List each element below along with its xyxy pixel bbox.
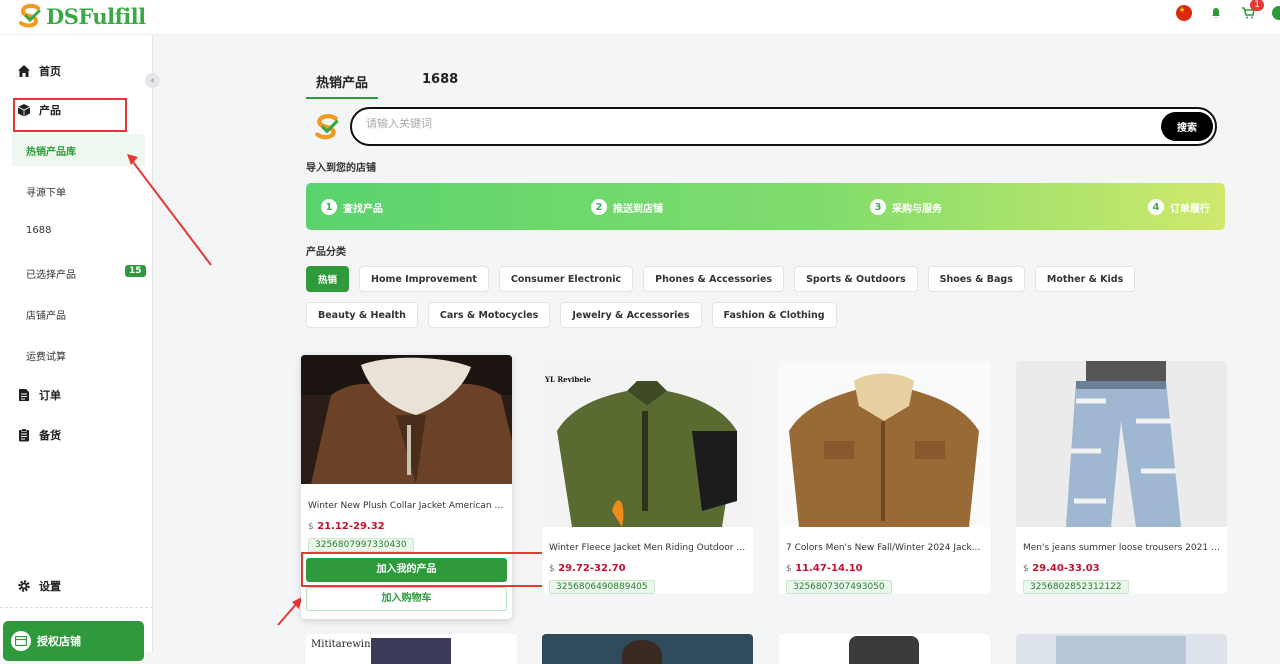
- product-price: $ 29.72-32.70: [549, 563, 626, 574]
- category-section-label: 产品分类: [306, 247, 346, 258]
- product-source-tabs: 热销产品 1688: [306, 70, 468, 99]
- tab-hot-products[interactable]: 热销产品: [306, 70, 379, 99]
- import-section-label: 导入到您的店铺: [306, 163, 376, 174]
- product-card[interactable]: 7 Colors Men's New Fall/Winter 2024 Jack…: [779, 361, 990, 594]
- product-id-badge: 3256806490889405: [549, 580, 655, 594]
- step-3: 3 采购与服务: [870, 199, 942, 215]
- category-home-improvement[interactable]: Home Improvement: [359, 266, 489, 292]
- category-beauty-health[interactable]: Beauty & Health: [306, 302, 418, 328]
- image-watermark: Mititarewind: [311, 639, 377, 650]
- product-image[interactable]: [1016, 361, 1227, 527]
- product-price: $ 29.40-33.03: [1023, 563, 1100, 574]
- product-card[interactable]: YL Revibele Winter Fleece Jacket Men Rid…: [542, 361, 753, 594]
- product-title[interactable]: 7 Colors Men's New Fall/Winter 2024 Jack…: [779, 543, 990, 553]
- category-phones-accessories[interactable]: Phones & Accessories: [643, 266, 785, 292]
- product-card[interactable]: Men's jeans summer loose trousers 2021 t…: [1016, 361, 1227, 594]
- image-watermark: YL Revibele: [545, 375, 591, 384]
- category-hot[interactable]: 热销: [306, 266, 350, 292]
- product-title[interactable]: Winter New Plush Collar Jacket American …: [301, 501, 512, 511]
- highlight-box-add-button: [301, 552, 544, 587]
- category-cars-motocycles[interactable]: Cars & Motocycles: [427, 302, 551, 328]
- category-jewelry-accessories[interactable]: Jewelry & Accessories: [560, 302, 702, 328]
- tab-1688[interactable]: 1688: [412, 70, 468, 99]
- product-id-badge: 3256807997330430: [308, 538, 414, 552]
- step-1: 1 查找产品: [321, 199, 383, 215]
- product-id-badge: 3256807307493050: [786, 580, 892, 594]
- category-shoes-bags[interactable]: Shoes & Bags: [927, 266, 1025, 292]
- collapse-sidebar-chevron-icon[interactable]: ‹: [145, 73, 160, 88]
- search-input[interactable]: [366, 118, 1126, 130]
- step-2: 2 推送到店铺: [591, 199, 663, 215]
- product-title[interactable]: Men's jeans summer loose trousers 2021 t…: [1016, 543, 1227, 553]
- product-card-partial[interactable]: [542, 634, 753, 664]
- product-card-partial[interactable]: [1016, 634, 1227, 664]
- category-consumer-electronic[interactable]: Consumer Electronic: [498, 266, 634, 292]
- search-button[interactable]: 搜索: [1161, 112, 1213, 141]
- product-image[interactable]: [779, 361, 990, 527]
- search-logo-icon: [315, 113, 339, 139]
- product-id-badge: 3256802852312122: [1023, 580, 1129, 594]
- category-filter-list: 热销 Home Improvement Consumer Electronic …: [306, 266, 1136, 328]
- product-card-partial[interactable]: [779, 634, 990, 664]
- import-steps-banner: 1 查找产品 2 推送到店铺 3 采购与服务 4 订单履行: [306, 183, 1225, 230]
- product-price: $ 21.12-29.32: [308, 521, 385, 532]
- product-card-partial[interactable]: Mititarewind: [306, 634, 517, 664]
- product-price: $ 11.47-14.10: [786, 563, 863, 574]
- search-box: 搜索: [350, 107, 1217, 146]
- product-image[interactable]: [301, 355, 512, 484]
- step-4: 4 订单履行: [1148, 199, 1210, 215]
- search-area: 搜索: [312, 107, 1217, 146]
- category-sports-outdoors[interactable]: Sports & Outdoors: [794, 266, 918, 292]
- product-title[interactable]: Winter Fleece Jacket Men Riding Outdoor …: [542, 543, 753, 553]
- add-to-cart-button[interactable]: 加入购物车: [306, 587, 507, 611]
- category-mother-kids[interactable]: Mother & Kids: [1034, 266, 1136, 292]
- product-image[interactable]: YL Revibele: [542, 361, 753, 527]
- category-fashion-clothing[interactable]: Fashion & Clothing: [711, 302, 837, 328]
